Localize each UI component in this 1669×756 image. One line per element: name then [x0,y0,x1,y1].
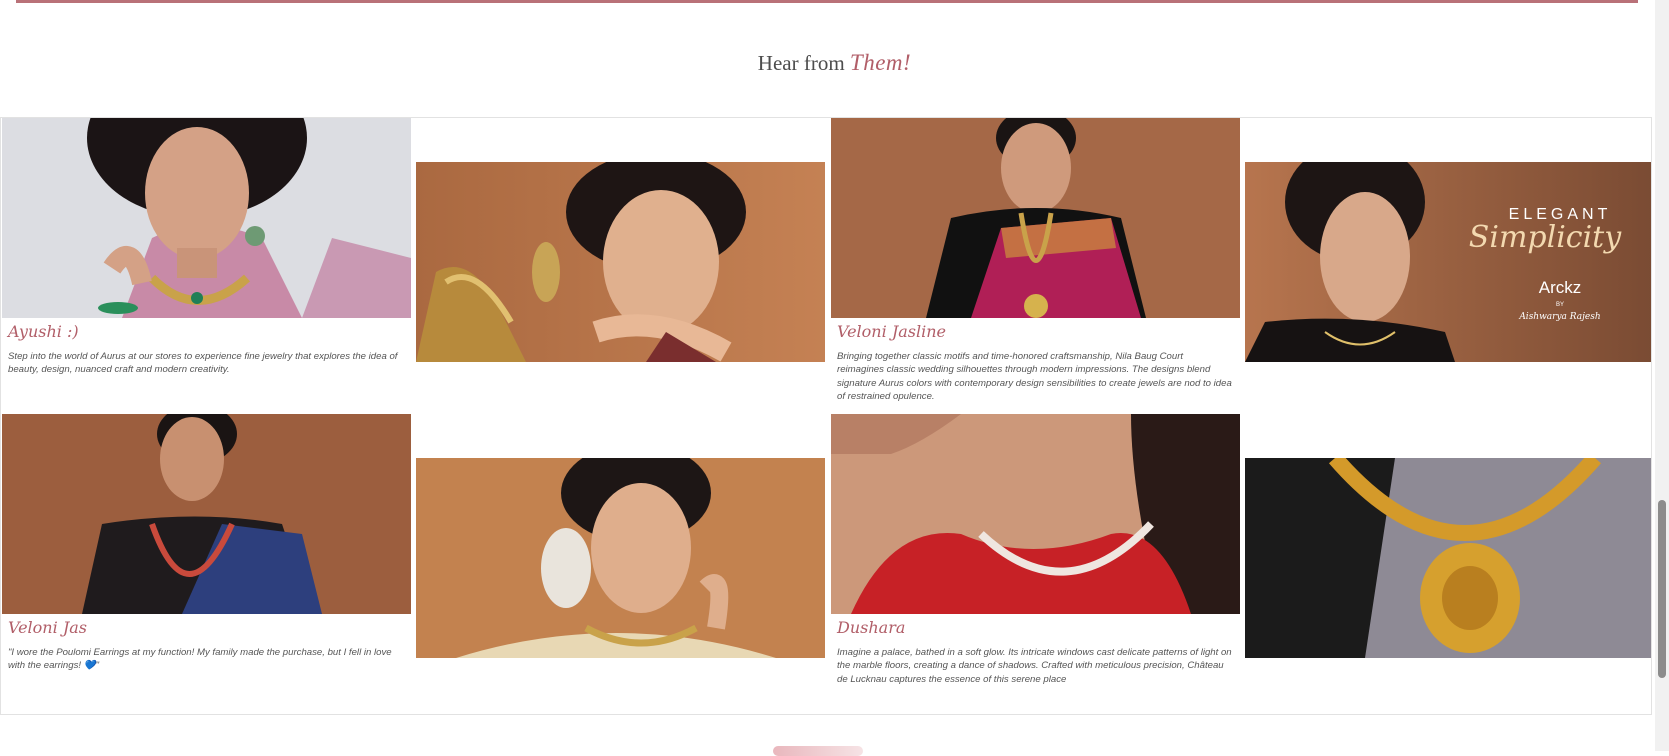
photo-temple-necklace [1245,458,1651,658]
testimonial-card[interactable]: ELEGANT Simplicity Arckz BY Aishwarya Ra… [1245,118,1651,408]
testimonial-card[interactable] [1245,414,1651,714]
testimonial-photo[interactable] [416,458,825,658]
testimonial-card[interactable] [416,118,825,408]
testimonial-photo[interactable] [416,162,825,362]
heading-prefix: Hear from [757,51,845,75]
testimonial-photo[interactable] [831,414,1240,614]
banner-text-simplicity: Simplicity [1468,220,1622,255]
photo-woman-floral-hair [416,458,825,658]
testimonial-text: Imagine a palace, bathed in a soft glow.… [837,647,1232,685]
testimonial-card[interactable]: Ayushi :) Step into the world of Aurus a… [2,118,411,408]
banner-by: BY [1555,302,1564,308]
scrollbar-thumb[interactable] [1658,500,1666,678]
testimonial-card[interactable] [416,414,825,714]
photo-woman-pink-saree [2,118,411,318]
section-heading: Hear from Them! [0,50,1669,76]
testimonial-text: Step into the world of Aurus at our stor… [8,351,398,376]
testimonial-name: Veloni Jas [8,618,87,637]
top-divider [16,0,1638,3]
testimonial-photo[interactable] [1245,458,1651,658]
testimonial-name: Ayushi :) [8,322,79,341]
banner-logo: Arckz [1538,278,1582,297]
pagination-pill[interactable] [773,746,863,756]
photo-woman-magenta-saree [831,118,1240,318]
testimonial-name: Dushara [837,618,906,637]
photo-diamond-necklace [831,414,1240,614]
testimonials-grid: Ayushi :) Step into the world of Aurus a… [0,117,1652,715]
testimonial-photo[interactable]: ELEGANT Simplicity Arckz BY Aishwarya Ra… [1245,162,1651,362]
testimonial-text: Bringing together classic motifs and tim… [837,351,1232,402]
photo-woman-blue-saree [2,414,411,614]
banner-signature: Aishwarya Rajesh [1519,312,1601,322]
testimonial-card[interactable]: Veloni Jasline Bringing together classic… [831,118,1240,408]
testimonial-card[interactable]: Veloni Jas "I wore the Poulomi Earrings … [2,414,411,714]
heading-accent: Them! [849,50,912,75]
testimonial-photo[interactable] [2,414,411,614]
photo-woman-jhumka [416,162,825,362]
testimonial-photo[interactable] [2,118,411,318]
testimonial-text: "I wore the Poulomi Earrings at my funct… [8,647,392,672]
photo-elegant-simplicity-banner [1245,162,1651,362]
testimonial-photo[interactable] [831,118,1240,318]
testimonial-card[interactable]: Dushara Imagine a palace, bathed in a so… [831,414,1240,714]
testimonial-name: Veloni Jasline [837,322,946,341]
